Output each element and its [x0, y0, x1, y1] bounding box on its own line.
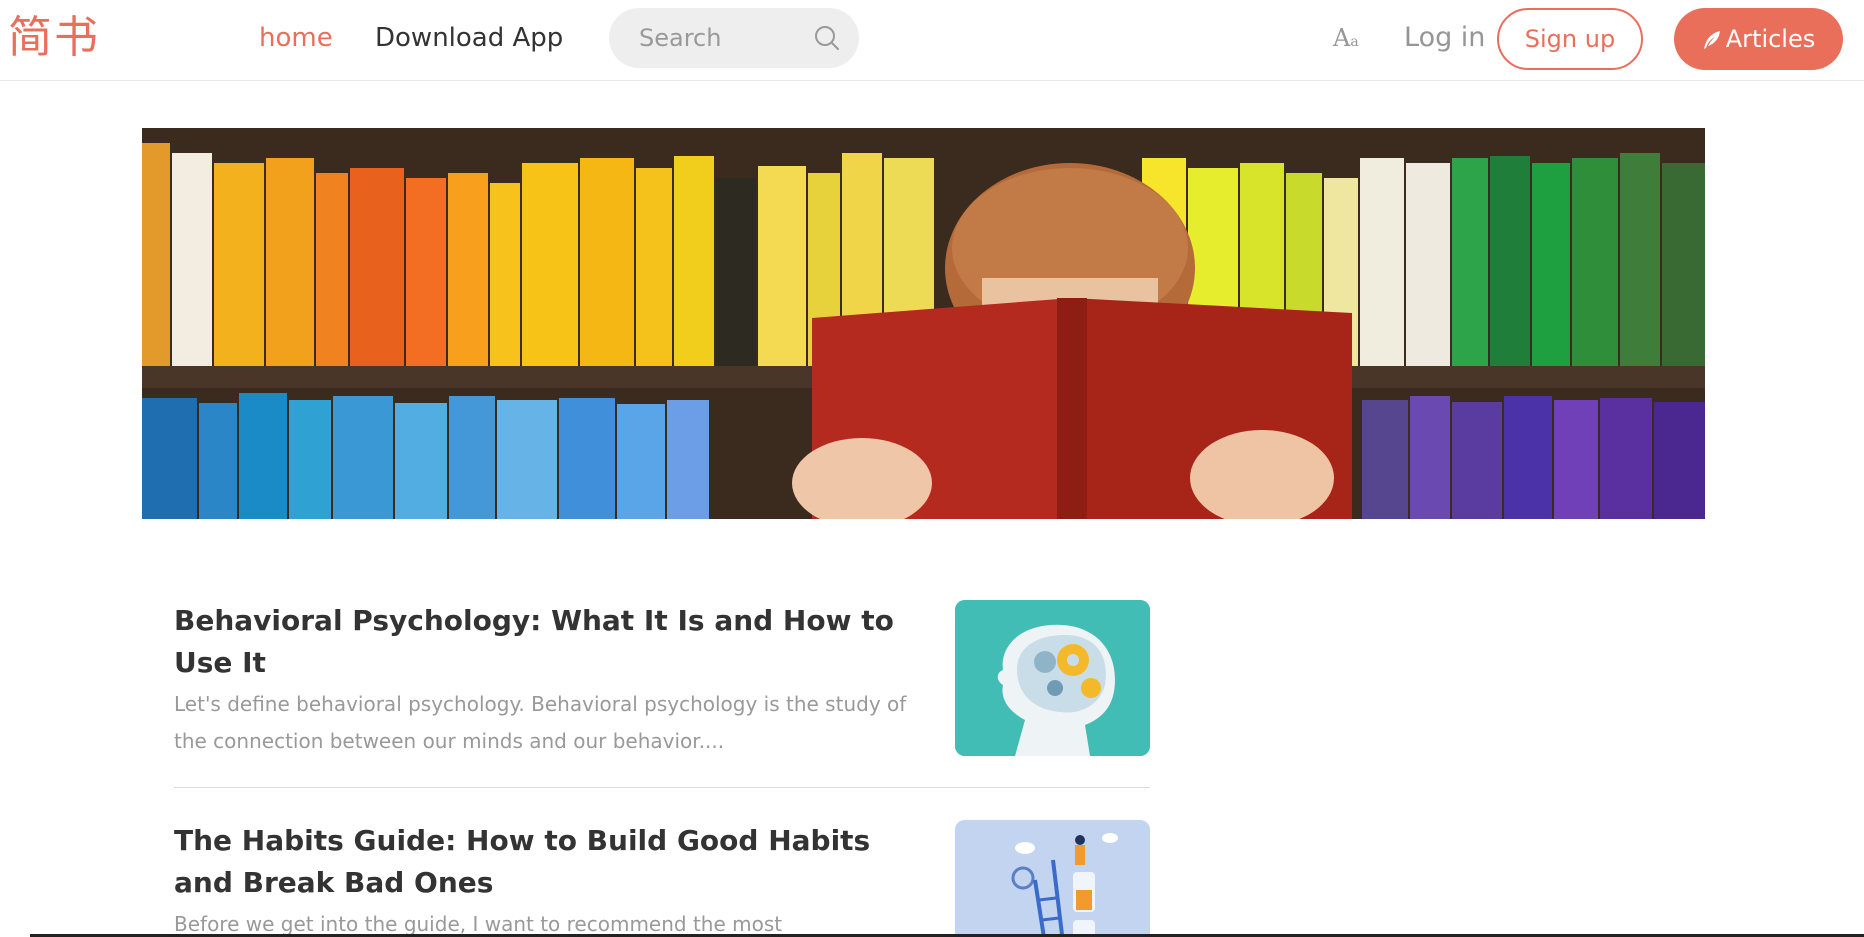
nav-download-app-link[interactable]: Download App — [375, 20, 563, 56]
article-thumbnail[interactable] — [955, 600, 1150, 756]
article-title[interactable]: The Habits Guide: How to Build Good Habi… — [174, 820, 924, 904]
write-article-button[interactable]: Articles — [1674, 8, 1843, 70]
site-logo[interactable]: 简书 — [8, 12, 100, 64]
article-divider — [174, 787, 1150, 788]
hero-banner-image[interactable] — [142, 128, 1705, 519]
feather-pen-icon — [1703, 31, 1720, 49]
article-thumbnail[interactable] — [955, 820, 1150, 937]
article-abstract: Before we get into the guide, I want to … — [174, 912, 783, 936]
top-nav-bar: 简书 home Download App Aa Log in Sign up A… — [0, 0, 1864, 81]
font-size-toggle-icon[interactable]: Aa — [1333, 24, 1359, 56]
bookshelf-reader-illustration — [142, 128, 1705, 519]
article-title[interactable]: Behavioral Psychology: What It Is and Ho… — [174, 600, 924, 684]
article-item: Behavioral Psychology: What It Is and Ho… — [174, 600, 1150, 788]
search-input[interactable] — [639, 18, 809, 58]
article-item: The Habits Guide: How to Build Good Habi… — [174, 820, 1150, 937]
search-box — [609, 8, 859, 68]
signup-button[interactable]: Sign up — [1497, 8, 1643, 70]
article-abstract: Let's define behavioral psychology. Beha… — [174, 692, 907, 753]
brain-gears-icon — [955, 600, 1150, 756]
search-icon[interactable] — [813, 24, 841, 52]
nav-home-link[interactable]: home — [259, 20, 333, 56]
login-link[interactable]: Log in — [1404, 20, 1485, 56]
habits-ladder-icon — [955, 820, 1150, 937]
